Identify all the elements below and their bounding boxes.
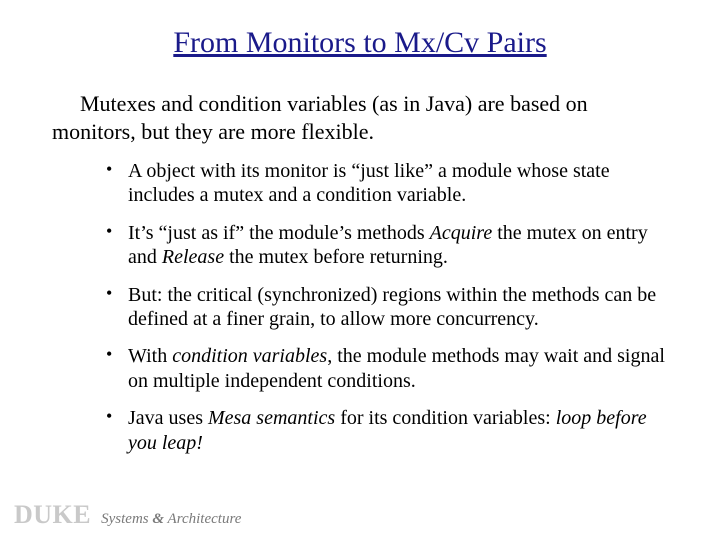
bullet-emphasis: condition variables [172, 345, 327, 367]
footer-tagline: Systems & Architecture [101, 511, 241, 528]
tagline-part: Architecture [164, 511, 241, 527]
bullet-emphasis: Release [162, 246, 224, 268]
tagline-part: Systems [101, 511, 152, 527]
slide-title: From Monitors to Mx/Cv Pairs [48, 26, 672, 60]
intro-text: Mutexes and condition variables (as in J… [52, 91, 588, 144]
ampersand-icon: & [152, 511, 164, 527]
bullet-item: Java uses Mesa semantics for its conditi… [106, 406, 672, 455]
bullet-text: Java uses [128, 407, 208, 429]
bullet-text: But: the critical (synchronized) regions… [128, 284, 656, 330]
bullet-emphasis: Mesa semantics [208, 407, 335, 429]
bullet-emphasis: Acquire [430, 222, 493, 244]
bullet-item: It’s “just as if” the module’s methods A… [106, 221, 672, 270]
bullet-list: A object with its monitor is “just like”… [48, 159, 672, 455]
bullet-item: A object with its monitor is “just like”… [106, 159, 672, 208]
bullet-text: It’s “just as if” the module’s methods [128, 222, 430, 244]
bullet-item: With condition variables, the module met… [106, 344, 672, 393]
bullet-text: for its condition variables: [335, 407, 556, 429]
bullet-item: But: the critical (synchronized) regions… [106, 283, 672, 332]
bullet-text: the mutex before returning. [224, 246, 448, 268]
footer: DUKE Systems & Architecture [14, 500, 241, 530]
bullet-text: With [128, 345, 172, 367]
brand-logo: DUKE [14, 500, 91, 530]
intro-paragraph: Mutexes and condition variables (as in J… [48, 90, 672, 145]
bullet-text: A object with its monitor is “just like”… [128, 160, 610, 206]
